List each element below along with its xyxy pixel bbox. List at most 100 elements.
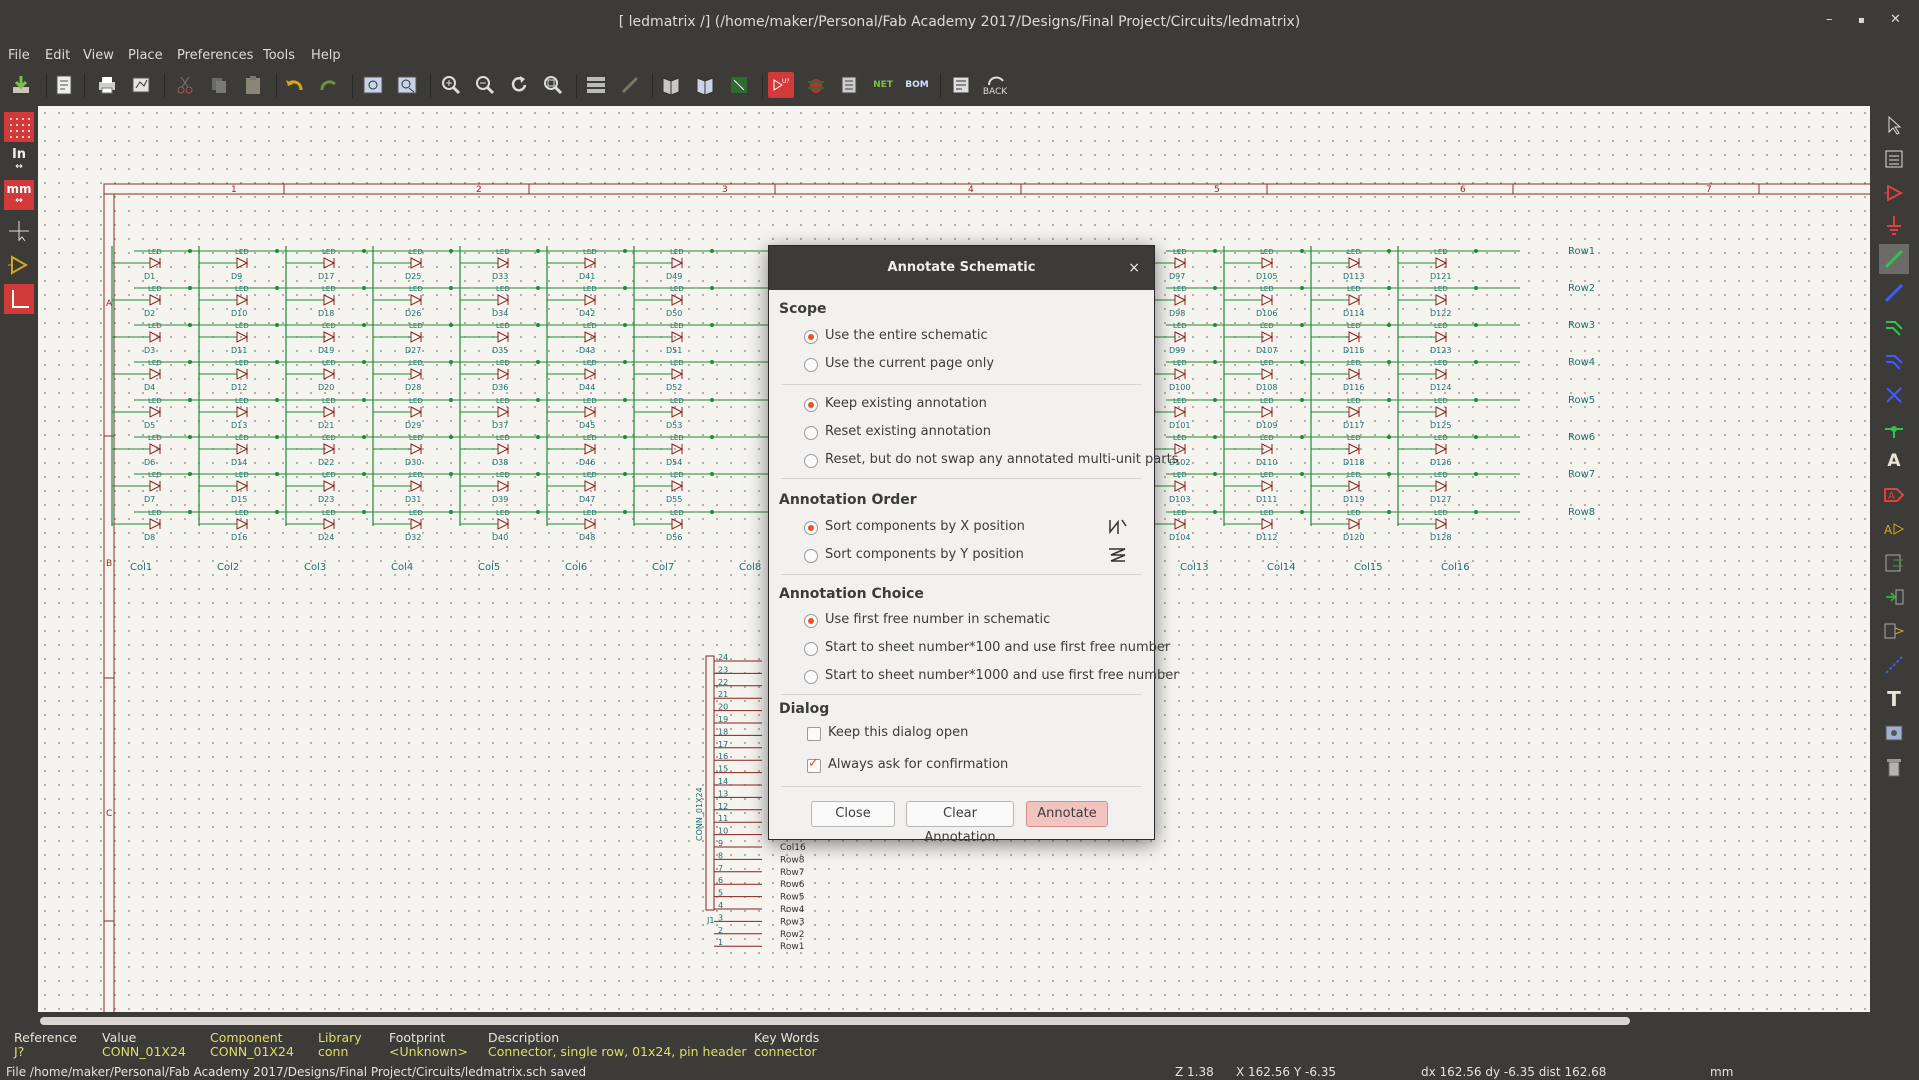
dialog-close-icon[interactable]: × bbox=[1128, 246, 1140, 290]
wire-angle-icon[interactable] bbox=[4, 284, 34, 314]
menu-preferences[interactable]: Preferences bbox=[177, 48, 253, 63]
first-free-label[interactable]: Use first free number in schematic bbox=[825, 612, 1050, 627]
first-free-radio[interactable] bbox=[804, 614, 818, 628]
page-settings-icon[interactable] bbox=[51, 72, 77, 98]
scrollbar-thumb[interactable] bbox=[40, 1017, 1630, 1025]
hidden-pins-icon[interactable] bbox=[4, 250, 34, 280]
led-symbol bbox=[1174, 331, 1187, 343]
delete-icon[interactable] bbox=[1879, 752, 1909, 782]
graphic-line-icon[interactable] bbox=[1879, 650, 1909, 680]
place-component-icon[interactable] bbox=[1879, 178, 1909, 208]
zoom-in-icon[interactable] bbox=[438, 72, 464, 98]
hierarchy-icon[interactable] bbox=[583, 72, 609, 98]
always-ask-label[interactable]: Always ask for confirmation bbox=[828, 757, 1008, 772]
plot-icon[interactable] bbox=[128, 72, 154, 98]
scope-current-radio[interactable] bbox=[804, 358, 818, 372]
find-icon[interactable] bbox=[360, 72, 386, 98]
scope-entire-radio[interactable] bbox=[804, 330, 818, 344]
place-power-icon[interactable] bbox=[1879, 210, 1909, 240]
no-connect-icon[interactable] bbox=[1879, 380, 1909, 410]
redraw-icon[interactable] bbox=[506, 72, 532, 98]
sheet-100-radio[interactable] bbox=[804, 642, 818, 656]
place-bus-icon[interactable] bbox=[1879, 278, 1909, 308]
close-window-button[interactable]: ✕ bbox=[1890, 12, 1901, 27]
row-label: Row1 bbox=[1568, 246, 1595, 257]
annotate-icon[interactable]: U? bbox=[768, 72, 794, 98]
cursor-shape-icon[interactable] bbox=[4, 216, 34, 246]
highlight-net-icon[interactable] bbox=[1879, 144, 1909, 174]
sort-y-label[interactable]: Sort components by Y position bbox=[825, 547, 1024, 562]
erc-icon[interactable] bbox=[803, 72, 829, 98]
junction-icon[interactable] bbox=[1879, 414, 1909, 444]
minimize-button[interactable]: – bbox=[1826, 12, 1833, 27]
msg-value-label: Value bbox=[102, 1030, 137, 1045]
menu-file[interactable]: File bbox=[8, 48, 30, 63]
library-editor-icon[interactable] bbox=[658, 72, 684, 98]
units-mm-icon[interactable]: mm ↔ bbox=[4, 180, 34, 210]
sheet-1000-label[interactable]: Start to sheet number*1000 and use first… bbox=[825, 668, 1179, 683]
reset-annotation-label[interactable]: Reset existing annotation bbox=[825, 424, 991, 439]
maximize-button[interactable]: ▪ bbox=[1858, 15, 1865, 26]
sort-x-radio[interactable] bbox=[804, 521, 818, 535]
reset-no-swap-radio[interactable] bbox=[804, 454, 818, 468]
menu-help[interactable]: Help bbox=[311, 48, 341, 63]
horizontal-scrollbar[interactable] bbox=[38, 1012, 1870, 1030]
save-icon[interactable] bbox=[8, 72, 34, 98]
always-ask-checkbox[interactable] bbox=[807, 756, 821, 773]
keep-annotation-label[interactable]: Keep existing annotation bbox=[825, 396, 987, 411]
undo-icon[interactable] bbox=[281, 72, 307, 98]
sheet-1000-radio[interactable] bbox=[804, 670, 818, 684]
led-symbol bbox=[1261, 406, 1274, 418]
bom-icon[interactable]: BOM bbox=[904, 72, 930, 98]
scope-current-label[interactable]: Use the current page only bbox=[825, 356, 994, 371]
menu-view[interactable]: View bbox=[83, 48, 114, 63]
menu-edit[interactable]: Edit bbox=[45, 48, 70, 63]
netlist-icon[interactable]: NET bbox=[870, 72, 896, 98]
select-arrow-icon[interactable] bbox=[1879, 110, 1909, 140]
back-import-icon[interactable]: BACK bbox=[982, 72, 1008, 98]
close-button[interactable]: Close bbox=[811, 801, 895, 827]
keep-open-label[interactable]: Keep this dialog open bbox=[828, 725, 968, 740]
grid-toggle-icon[interactable] bbox=[4, 112, 34, 142]
bus-entry-icon[interactable] bbox=[1879, 346, 1909, 376]
hier-sheet-icon[interactable] bbox=[1879, 548, 1909, 578]
units-inch-icon[interactable]: In ↔ bbox=[4, 146, 34, 176]
module-editor-icon[interactable] bbox=[726, 72, 752, 98]
led-ref: D49 bbox=[666, 272, 682, 281]
sheet-pin-icon[interactable] bbox=[1879, 616, 1909, 646]
library-browser-icon[interactable] bbox=[692, 72, 718, 98]
menu-tools[interactable]: Tools bbox=[263, 48, 295, 63]
sheet-100-label[interactable]: Start to sheet number*100 and use first … bbox=[825, 640, 1170, 655]
led-symbol bbox=[1435, 257, 1448, 269]
sort-y-radio[interactable] bbox=[804, 549, 818, 563]
cvpcb-icon[interactable] bbox=[836, 72, 862, 98]
annotate-button[interactable]: Annotate bbox=[1026, 801, 1108, 827]
hier-label-icon[interactable]: A bbox=[1879, 514, 1909, 544]
zoom-fit-icon[interactable] bbox=[540, 72, 566, 98]
scope-entire-label[interactable]: Use the entire schematic bbox=[825, 328, 988, 343]
keep-open-checkbox[interactable] bbox=[807, 727, 821, 741]
pcbnew-icon[interactable] bbox=[948, 72, 974, 98]
keep-annotation-radio[interactable] bbox=[804, 398, 818, 412]
find-replace-icon[interactable] bbox=[394, 72, 420, 98]
print-icon[interactable] bbox=[94, 72, 120, 98]
led-value: LED bbox=[670, 509, 684, 517]
svg-text:A: A bbox=[1888, 491, 1895, 502]
sort-x-label[interactable]: Sort components by X position bbox=[825, 519, 1025, 534]
net-label-icon[interactable]: A bbox=[1879, 446, 1909, 476]
led-ref: D48 bbox=[579, 533, 595, 542]
led-ref: D126 bbox=[1430, 458, 1451, 467]
text-tool-icon[interactable]: T bbox=[1879, 684, 1909, 714]
zoom-out-icon[interactable] bbox=[472, 72, 498, 98]
wire-bus-entry-icon[interactable] bbox=[1879, 312, 1909, 342]
global-label-icon[interactable]: A bbox=[1879, 480, 1909, 510]
import-sheet-pin-icon[interactable] bbox=[1879, 582, 1909, 612]
place-wire-icon[interactable] bbox=[1879, 244, 1909, 274]
place-image-icon[interactable] bbox=[1879, 718, 1909, 748]
led-ref: D5 bbox=[144, 421, 155, 430]
clear-annotation-button[interactable]: Clear Annotation bbox=[906, 801, 1014, 845]
reset-no-swap-label[interactable]: Reset, but do not swap any annotated mul… bbox=[825, 452, 1178, 467]
reset-annotation-radio[interactable] bbox=[804, 426, 818, 440]
menu-place[interactable]: Place bbox=[128, 48, 163, 63]
led-ref: D120 bbox=[1343, 533, 1364, 542]
